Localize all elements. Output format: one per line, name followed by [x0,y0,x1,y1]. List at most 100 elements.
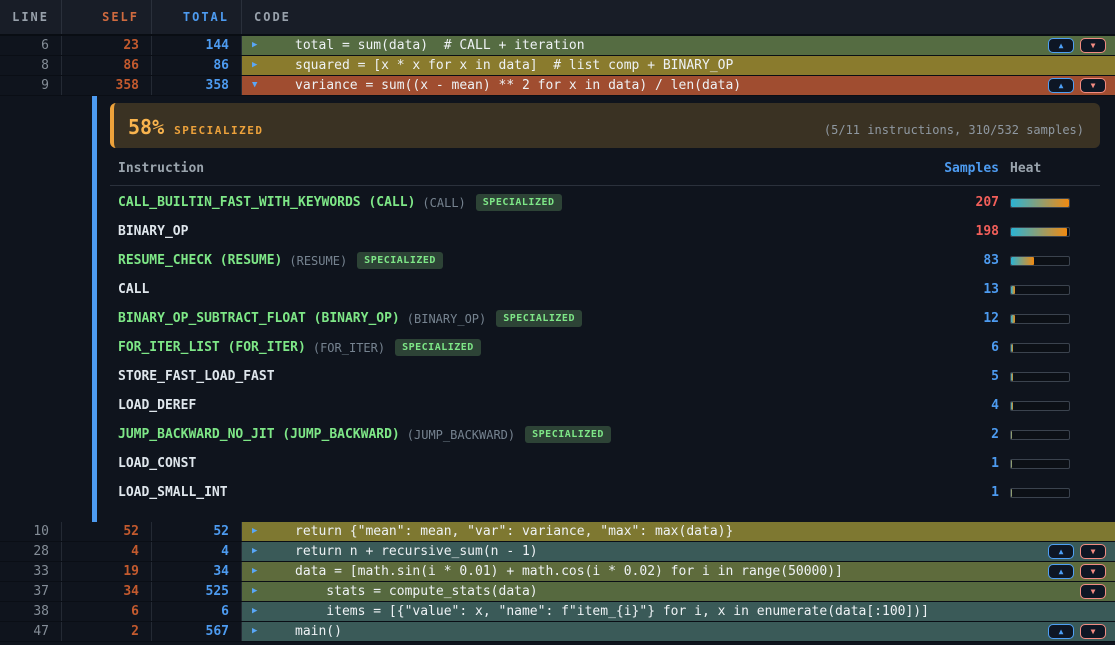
code-rows-top: 6 23 144 ▶ total = sum(data) # CALL + it… [0,36,1115,96]
line-number: 47 [0,622,62,641]
heat-bar-fill [1011,431,1012,439]
expand-icon[interactable]: ▶ [252,622,257,641]
instruction-name: LOAD_DEREF [118,398,196,413]
total-samples: 525 [152,582,242,601]
total-samples: 86 [152,56,242,75]
instruction-row: STORE_FAST_LOAD_FAST 5 [110,362,1100,391]
line-number: 37 [0,582,62,601]
heat-bar-cell [999,198,1100,208]
base-opcode-name: (JUMP_BACKWARD) [407,428,515,442]
expand-icon[interactable]: ▶ [252,56,257,75]
heat-column-header[interactable]: Heat [999,161,1100,176]
code-line-row: 9 358 358 ▼ variance = sum((x - mean) **… [0,76,1115,96]
instruction-name: RESUME_CHECK (RESUME) [118,253,282,268]
line-number: 10 [0,522,62,541]
code-cell[interactable]: ▶ stats = compute_stats(data) ▲ ▼ [242,582,1115,601]
heat-bar [1010,285,1070,295]
heat-bar-cell [999,430,1100,440]
instruction-name: BINARY_OP [118,224,188,239]
samples-value: 13 [879,282,999,297]
self-samples: 19 [62,562,152,581]
nav-buttons: ▲ ▼ [1048,544,1115,559]
nav-up-button[interactable]: ▲ [1048,38,1074,53]
heat-bar [1010,343,1070,353]
total-samples: 6 [152,602,242,621]
line-number: 8 [0,56,62,75]
expand-icon[interactable]: ▼ [252,76,257,95]
samples-column-header[interactable]: Samples [879,161,999,176]
specialized-badge: SPECIALIZED [476,194,562,211]
total-samples: 358 [152,76,242,95]
nav-down-button[interactable]: ▼ [1080,544,1106,559]
nav-buttons: ▲ ▼ [1080,584,1115,599]
code-cell[interactable]: ▶ total = sum(data) # CALL + iteration ▲… [242,36,1115,55]
instruction-row: CALL 13 [110,275,1100,304]
instruction-name: LOAD_CONST [118,456,196,471]
code-line-row: 6 23 144 ▶ total = sum(data) # CALL + it… [0,36,1115,56]
total-samples: 144 [152,36,242,55]
instruction-row: FOR_ITER_LIST (FOR_ITER) (FOR_ITER) SPEC… [110,333,1100,362]
instruction-name: FOR_ITER_LIST (FOR_ITER) [118,340,306,355]
nav-down-button[interactable]: ▼ [1080,38,1106,53]
specialized-badge: SPECIALIZED [496,310,582,327]
code-cell[interactable]: ▶ return {"mean": mean, "var": variance,… [242,522,1115,541]
specialized-percent: 58% [128,115,164,139]
nav-down-button[interactable]: ▼ [1080,584,1106,599]
base-opcode-name: (BINARY_OP) [407,312,486,326]
samples-value: 5 [879,369,999,384]
heat-bar-cell [999,488,1100,498]
instruction-name: CALL [118,282,149,297]
self-samples: 86 [62,56,152,75]
code-line-row: 10 52 52 ▶ return {"mean": mean, "var": … [0,522,1115,542]
nav-down-button[interactable]: ▼ [1080,624,1106,639]
nav-down-button[interactable]: ▼ [1080,78,1106,93]
code-cell[interactable]: ▶ main() ▲ ▼ [242,622,1115,641]
code-text: items = [{"value": x, "name": f"item_{i}… [242,602,929,621]
code-cell[interactable]: ▶ items = [{"value": x, "name": f"item_{… [242,602,1115,621]
base-opcode-name: (FOR_ITER) [313,341,385,355]
nav-buttons: ▲ ▼ [1048,38,1115,53]
instruction-column-header[interactable]: Instruction [118,161,879,176]
specialization-summary: (5/11 instructions, 310/532 samples) [824,123,1084,137]
nav-up-button[interactable]: ▲ [1048,564,1074,579]
expand-icon[interactable]: ▶ [252,562,257,581]
instruction-row: LOAD_SMALL_INT 1 [110,478,1100,507]
samples-value: 1 [879,456,999,471]
column-header-line[interactable]: LINE [0,0,62,34]
nav-up-button[interactable]: ▲ [1048,624,1074,639]
expand-icon[interactable]: ▶ [252,542,257,561]
code-text: return {"mean": mean, "var": variance, "… [242,522,733,541]
code-line-row: 47 2 567 ▶ main() ▲ ▼ [0,622,1115,642]
code-cell[interactable]: ▶ data = [math.sin(i * 0.01) + math.cos(… [242,562,1115,581]
line-number: 9 [0,76,62,95]
column-header-self[interactable]: SELF [62,0,152,34]
column-header-code[interactable]: CODE [242,0,1115,34]
code-cell[interactable]: ▼ variance = sum((x - mean) ** 2 for x i… [242,76,1115,95]
expand-icon[interactable]: ▶ [252,522,257,541]
instruction-row: JUMP_BACKWARD_NO_JIT (JUMP_BACKWARD) (JU… [110,420,1100,449]
expand-icon[interactable]: ▶ [252,602,257,621]
heat-bar-fill [1011,460,1012,468]
heat-bar [1010,401,1070,411]
nav-up-button[interactable]: ▲ [1048,78,1074,93]
code-text: return n + recursive_sum(n - 1) [242,542,538,561]
nav-up-button[interactable]: ▲ [1048,544,1074,559]
heat-bar-cell [999,372,1100,382]
heat-bar-cell [999,314,1100,324]
self-samples: 4 [62,542,152,561]
code-line-row: 38 6 6 ▶ items = [{"value": x, "name": f… [0,602,1115,622]
instruction-name: STORE_FAST_LOAD_FAST [118,369,275,384]
expand-icon[interactable]: ▶ [252,36,257,55]
heat-bar [1010,488,1070,498]
heat-bar-cell [999,459,1100,469]
nav-down-button[interactable]: ▼ [1080,564,1106,579]
code-cell[interactable]: ▶ squared = [x * x for x in data] # list… [242,56,1115,75]
expand-icon[interactable]: ▶ [252,582,257,601]
code-cell[interactable]: ▶ return n + recursive_sum(n - 1) ▲ ▼ [242,542,1115,561]
specialized-badge: SPECIALIZED [525,426,611,443]
column-header-total[interactable]: TOTAL [152,0,242,34]
samples-value: 2 [879,427,999,442]
code-line-row: 8 86 86 ▶ squared = [x * x for x in data… [0,56,1115,76]
heat-bar-fill [1011,344,1013,352]
heat-bar-fill [1011,489,1012,497]
